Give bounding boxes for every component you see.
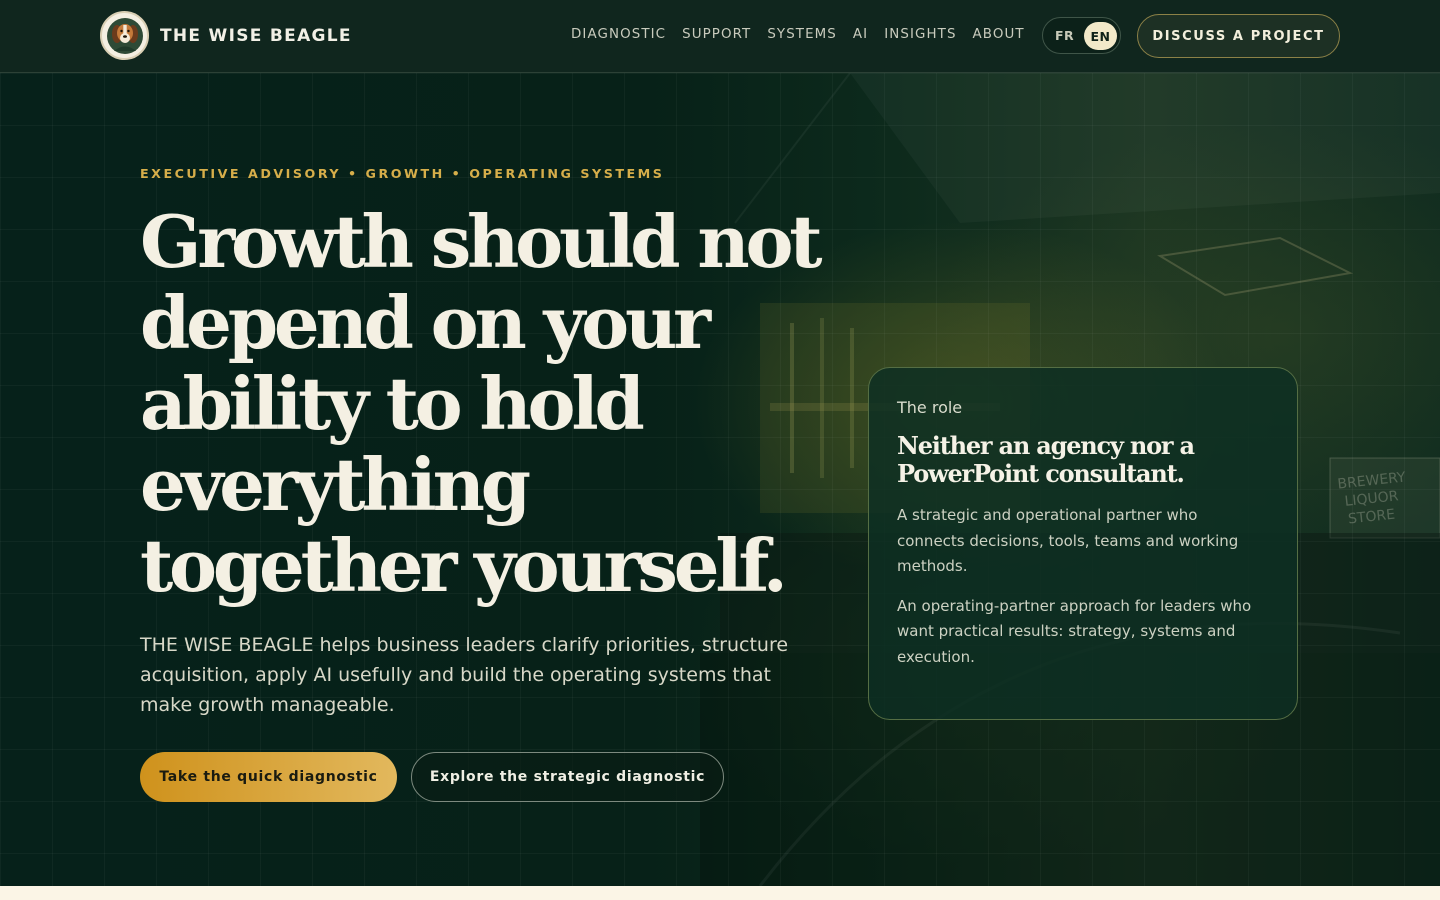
strategic-diagnostic-button[interactable]: Explore the strategic diagnostic <box>411 752 724 802</box>
hero-section: BREWERY LIQUOR STORE EXECUTIVE ADVISORY … <box>0 73 1440 886</box>
nav-item-support[interactable]: SUPPORT <box>682 27 751 42</box>
nav-item-insights[interactable]: INSIGHTS <box>884 27 956 42</box>
role-card-paragraph-1: A strategic and operational partner who … <box>897 506 1239 575</box>
role-card-title: Neither an agency nor a PowerPoint consu… <box>897 431 1195 488</box>
nav-item-systems[interactable]: SYSTEMS <box>767 27 837 42</box>
role-card-eyebrow: The role <box>897 398 963 417</box>
quick-diagnostic-button[interactable]: Take the quick diagnostic <box>140 752 397 802</box>
next-section-edge <box>0 886 1440 900</box>
main-nav: DIAGNOSTIC SUPPORT SYSTEMS AI INSIGHTS A… <box>571 27 1041 42</box>
discuss-project-button[interactable]: DISCUSS A PROJECT <box>1137 14 1340 58</box>
lang-option-en[interactable]: EN <box>1084 22 1117 50</box>
hero-lede: THE WISE BEAGLE helps business leaders c… <box>140 634 789 716</box>
nav-item-ai[interactable]: AI <box>853 27 868 42</box>
lang-option-fr[interactable]: FR <box>1055 28 1074 43</box>
nav-item-about[interactable]: ABOUT <box>973 27 1025 42</box>
site-header: THE WISE BEAGLE DIAGNOSTIC SUPPORT SYSTE… <box>0 0 1440 73</box>
brand-name: THE WISE BEAGLE <box>160 25 352 46</box>
hero-eyebrow: EXECUTIVE ADVISORY • GROWTH • OPERATING … <box>140 166 665 181</box>
nav-item-diagnostic[interactable]: DIAGNOSTIC <box>571 27 666 42</box>
role-card-paragraph-2: An operating-partner approach for leader… <box>897 596 1252 666</box>
role-card: The role Neither an agency nor a PowerPo… <box>868 367 1298 720</box>
beagle-logo-icon <box>100 11 149 60</box>
brand-link[interactable]: THE WISE BEAGLE <box>100 11 352 60</box>
language-toggle: FR EN <box>1042 17 1121 54</box>
hero-headline: Growth should not depend on your ability… <box>140 199 823 608</box>
